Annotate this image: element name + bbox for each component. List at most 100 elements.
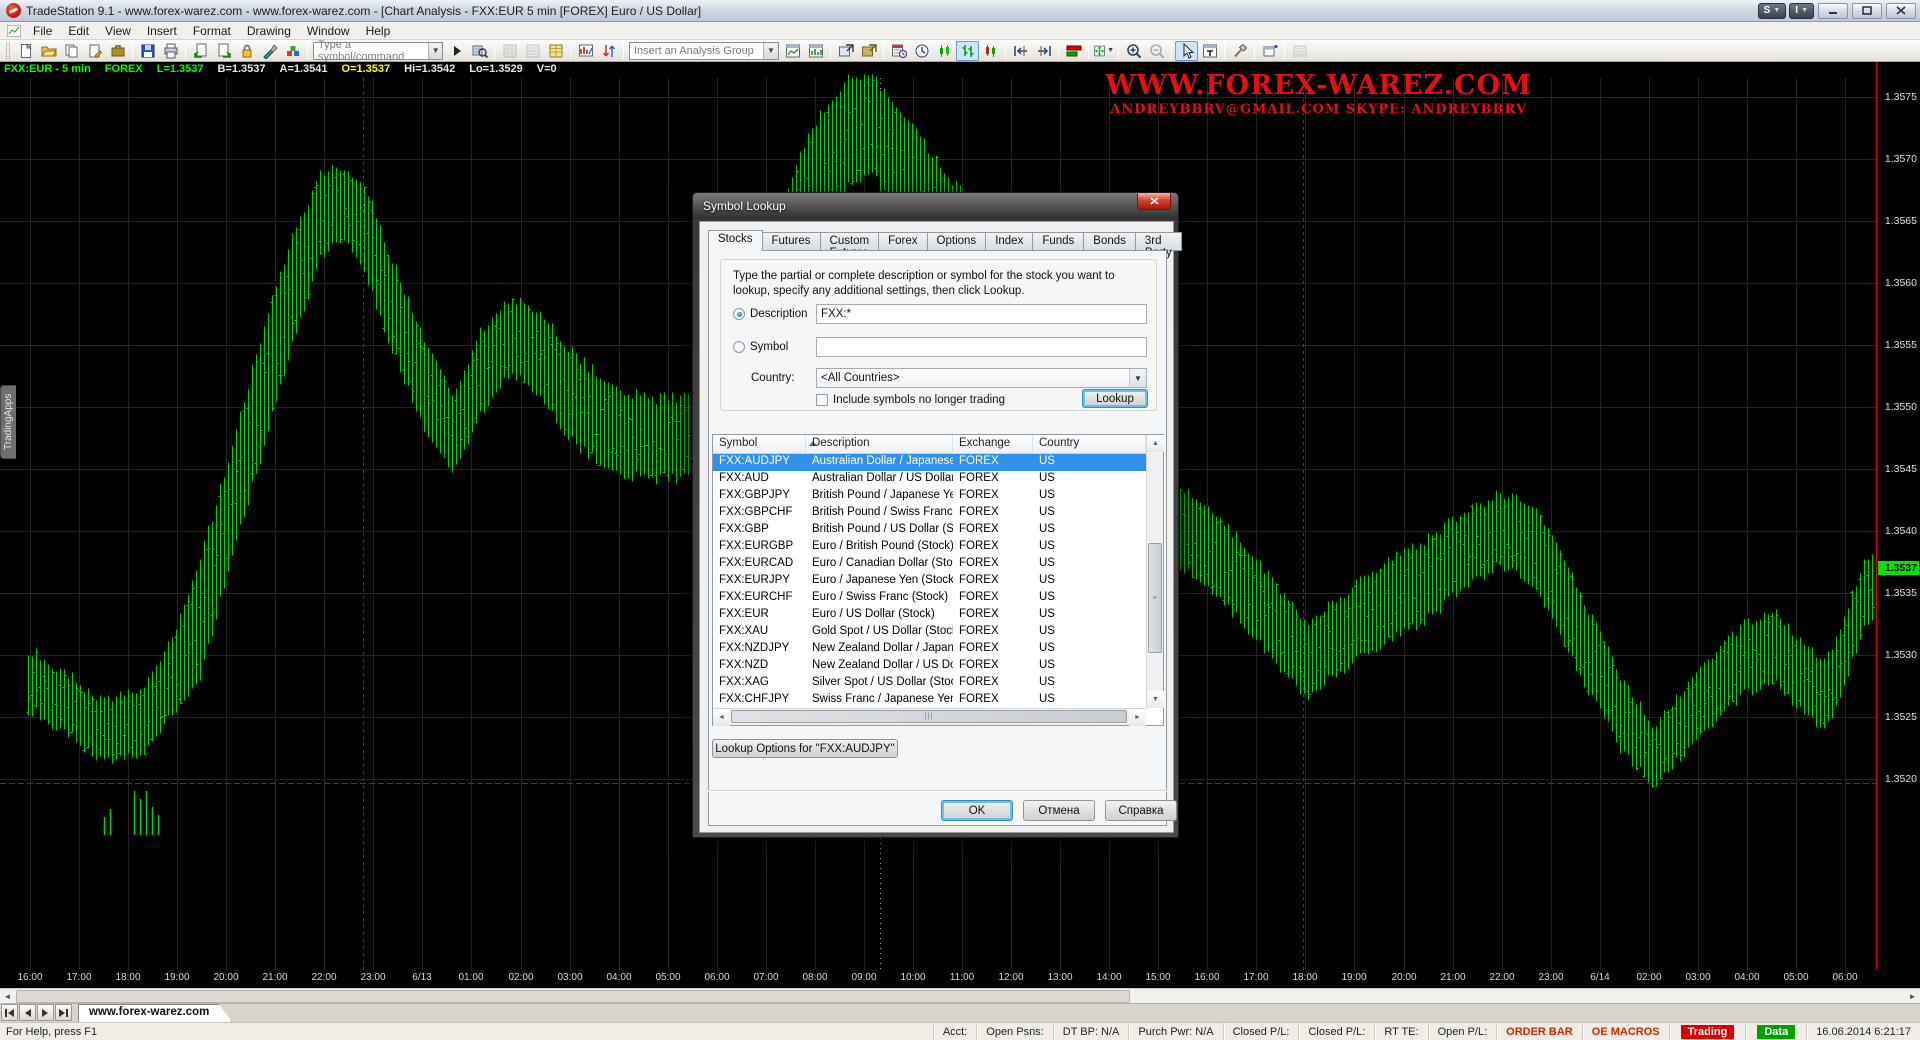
column-header-exchange[interactable]: Exchange [953,435,1033,453]
column-header-country[interactable]: Country [1033,435,1146,453]
minimize-button[interactable] [1818,3,1848,19]
drawing-tools-icon[interactable] [1228,41,1251,61]
strategy-status-button[interactable]: S▼ [1758,3,1787,19]
chart-window-icon[interactable] [7,25,21,37]
scroll-left-icon[interactable]: ◄ [713,709,730,726]
description-radio[interactable] [733,308,745,320]
scroll-down-icon[interactable]: ▼ [1147,691,1164,708]
indicator-status-button[interactable]: I▼ [1789,3,1814,19]
save-icon[interactable] [136,41,159,61]
workspaces-icon[interactable] [60,41,83,61]
table-row[interactable]: FXX:EURCADEuro / Canadian Dollar (Stock)… [713,556,1146,573]
tab-options[interactable]: Options [928,232,987,251]
toolbar-handle[interactable] [6,43,10,59]
pointer-icon[interactable] [1175,41,1198,61]
vscroll-thumb[interactable]: ≡ [1148,543,1162,653]
cancel-button[interactable]: Отмена [1023,800,1095,821]
format-painter-icon[interactable] [258,41,281,61]
chart-style-line-icon[interactable] [979,41,1002,61]
back-icon[interactable] [189,41,212,61]
apply-analysis-icon[interactable] [781,41,804,61]
scroll-left-icon[interactable]: ◄ [0,990,15,1003]
order-bar-icon[interactable] [1062,41,1085,61]
prev-workspace-button[interactable] [19,1004,36,1021]
tab-index[interactable]: Index [986,232,1033,251]
table-row[interactable]: FXX:GBPBritish Pound / US Dollar (Stock)… [713,522,1146,539]
table-row[interactable]: FXX:NZDNew Zealand Dollar / US Dolla...F… [713,658,1146,675]
forward-icon[interactable] [212,41,235,61]
analysis-window-icon[interactable] [804,41,827,61]
expand-left-icon[interactable] [1009,41,1032,61]
menu-format[interactable]: Format [185,23,239,39]
scroll-right-icon[interactable]: ► [1129,709,1146,726]
tab-funds[interactable]: Funds [1033,232,1084,251]
menu-insert[interactable]: Insert [139,23,185,39]
sort-icon[interactable] [597,41,620,61]
table-row[interactable]: FXX:EUREuro / US Dollar (Stock)FOREXUS [713,607,1146,624]
scrollbar-thumb[interactable] [16,990,1130,1003]
menu-edit[interactable]: Edit [60,23,97,39]
zoom-in-icon[interactable] [1122,41,1145,61]
send-to-chart-icon[interactable] [834,41,857,61]
workspace-tab[interactable]: www.forex-warez.com [78,1004,232,1022]
tab-3rd-party[interactable]: 3rd Party [1136,232,1182,251]
first-workspace-button[interactable] [1,1004,18,1021]
tab-forex[interactable]: Forex [879,232,927,251]
description-input[interactable] [816,304,1147,324]
last-workspace-button[interactable] [55,1004,72,1021]
price-axis[interactable]: 1.35751.35701.35651.35601.35551.35501.35… [1877,62,1920,988]
workspace-briefcase-icon[interactable] [106,41,129,61]
text-label-icon[interactable] [1198,41,1221,61]
tab-stocks[interactable]: Stocks [708,230,763,251]
open-workspace-icon[interactable] [37,41,60,61]
table-row[interactable]: FXX:EURJPYEuro / Japanese Yen (Stock)FOR… [713,573,1146,590]
table-vertical-scrollbar[interactable]: ▲ ≡ ▼ [1146,435,1163,708]
expand-right-icon[interactable] [1032,41,1055,61]
tab-futures[interactable]: Futures [763,232,821,251]
chart-style-bars-icon[interactable] [956,41,979,61]
scroll-up-icon[interactable]: ▲ [1147,435,1164,452]
menu-file[interactable]: File [25,23,60,39]
include-symbols-checkbox[interactable] [816,394,828,406]
tab-custom-futures[interactable]: Custom Futures [821,232,880,251]
hscroll-thumb[interactable]: ||| [731,710,1127,723]
print-icon[interactable] [159,41,182,61]
tab-bonds[interactable]: Bonds [1084,232,1136,251]
ok-button[interactable]: OK [941,800,1013,821]
lookup-button[interactable]: Lookup [1082,389,1148,408]
symbol-input[interactable] [816,337,1147,357]
edit-workspace-icon[interactable] [83,41,106,61]
table-row[interactable]: FXX:NZDJPYNew Zealand Dollar / Japanes..… [713,641,1146,658]
table-row[interactable]: FXX:XAGSilver Spot / US Dollar (Stock)FO… [713,675,1146,692]
lookup-options-button[interactable]: Lookup Options for "FXX:AUDJPY" [712,739,898,758]
symbol-radio[interactable] [733,341,745,353]
new-indicator-icon[interactable] [1258,41,1281,61]
country-dropdown[interactable]: <All Countries> ▼ [816,368,1147,388]
table-row[interactable]: FXX:AUDJPYAustralian Dollar / Japanese Y… [713,454,1146,471]
table-horizontal-scrollbar[interactable]: ◄ ||| ► [713,708,1146,725]
table-row[interactable]: FXX:GBPCHFBritish Pound / Swiss Franc (S… [713,505,1146,522]
column-header-symbol[interactable]: Symbol [713,435,806,453]
menu-drawing[interactable]: Drawing [239,23,299,39]
table-row[interactable]: FXX:XAUGold Spot / US Dollar (Stock)FORE… [713,624,1146,641]
maximize-button[interactable] [1852,3,1882,19]
quotes-icon[interactable] [544,41,567,61]
dialog-title-bar[interactable]: Symbol Lookup [693,193,1178,219]
share-chart-icon[interactable] [857,41,880,61]
close-button[interactable] [1886,3,1916,19]
menu-view[interactable]: View [97,23,139,39]
symbol-lookup-icon[interactable] [468,41,491,61]
next-workspace-button[interactable] [37,1004,54,1021]
symbol-results-table[interactable]: SymbolDescriptionExchangeCountry FXX:AUD… [712,434,1164,726]
help-button[interactable]: Справка [1105,800,1177,821]
menu-window[interactable]: Window [299,23,358,39]
lock-icon[interactable] [235,41,258,61]
table-row[interactable]: FXX:EURGBPEuro / British Pound (Stock)FO… [713,539,1146,556]
symbol-command-combo[interactable]: Type a symbol/command▼ [313,42,443,60]
time-axis[interactable]: 16:0017:0018:0019:0020:0021:0022:0023:00… [0,970,1877,988]
new-document-icon[interactable] [14,41,37,61]
analysis-group-combo[interactable]: Insert an Analysis Group▼ [629,42,779,60]
hot-list-icon[interactable] [574,41,597,61]
column-header-description[interactable]: Description [806,435,953,453]
table-row[interactable]: FXX:EURCHFEuro / Swiss Franc (Stock)FORE… [713,590,1146,607]
